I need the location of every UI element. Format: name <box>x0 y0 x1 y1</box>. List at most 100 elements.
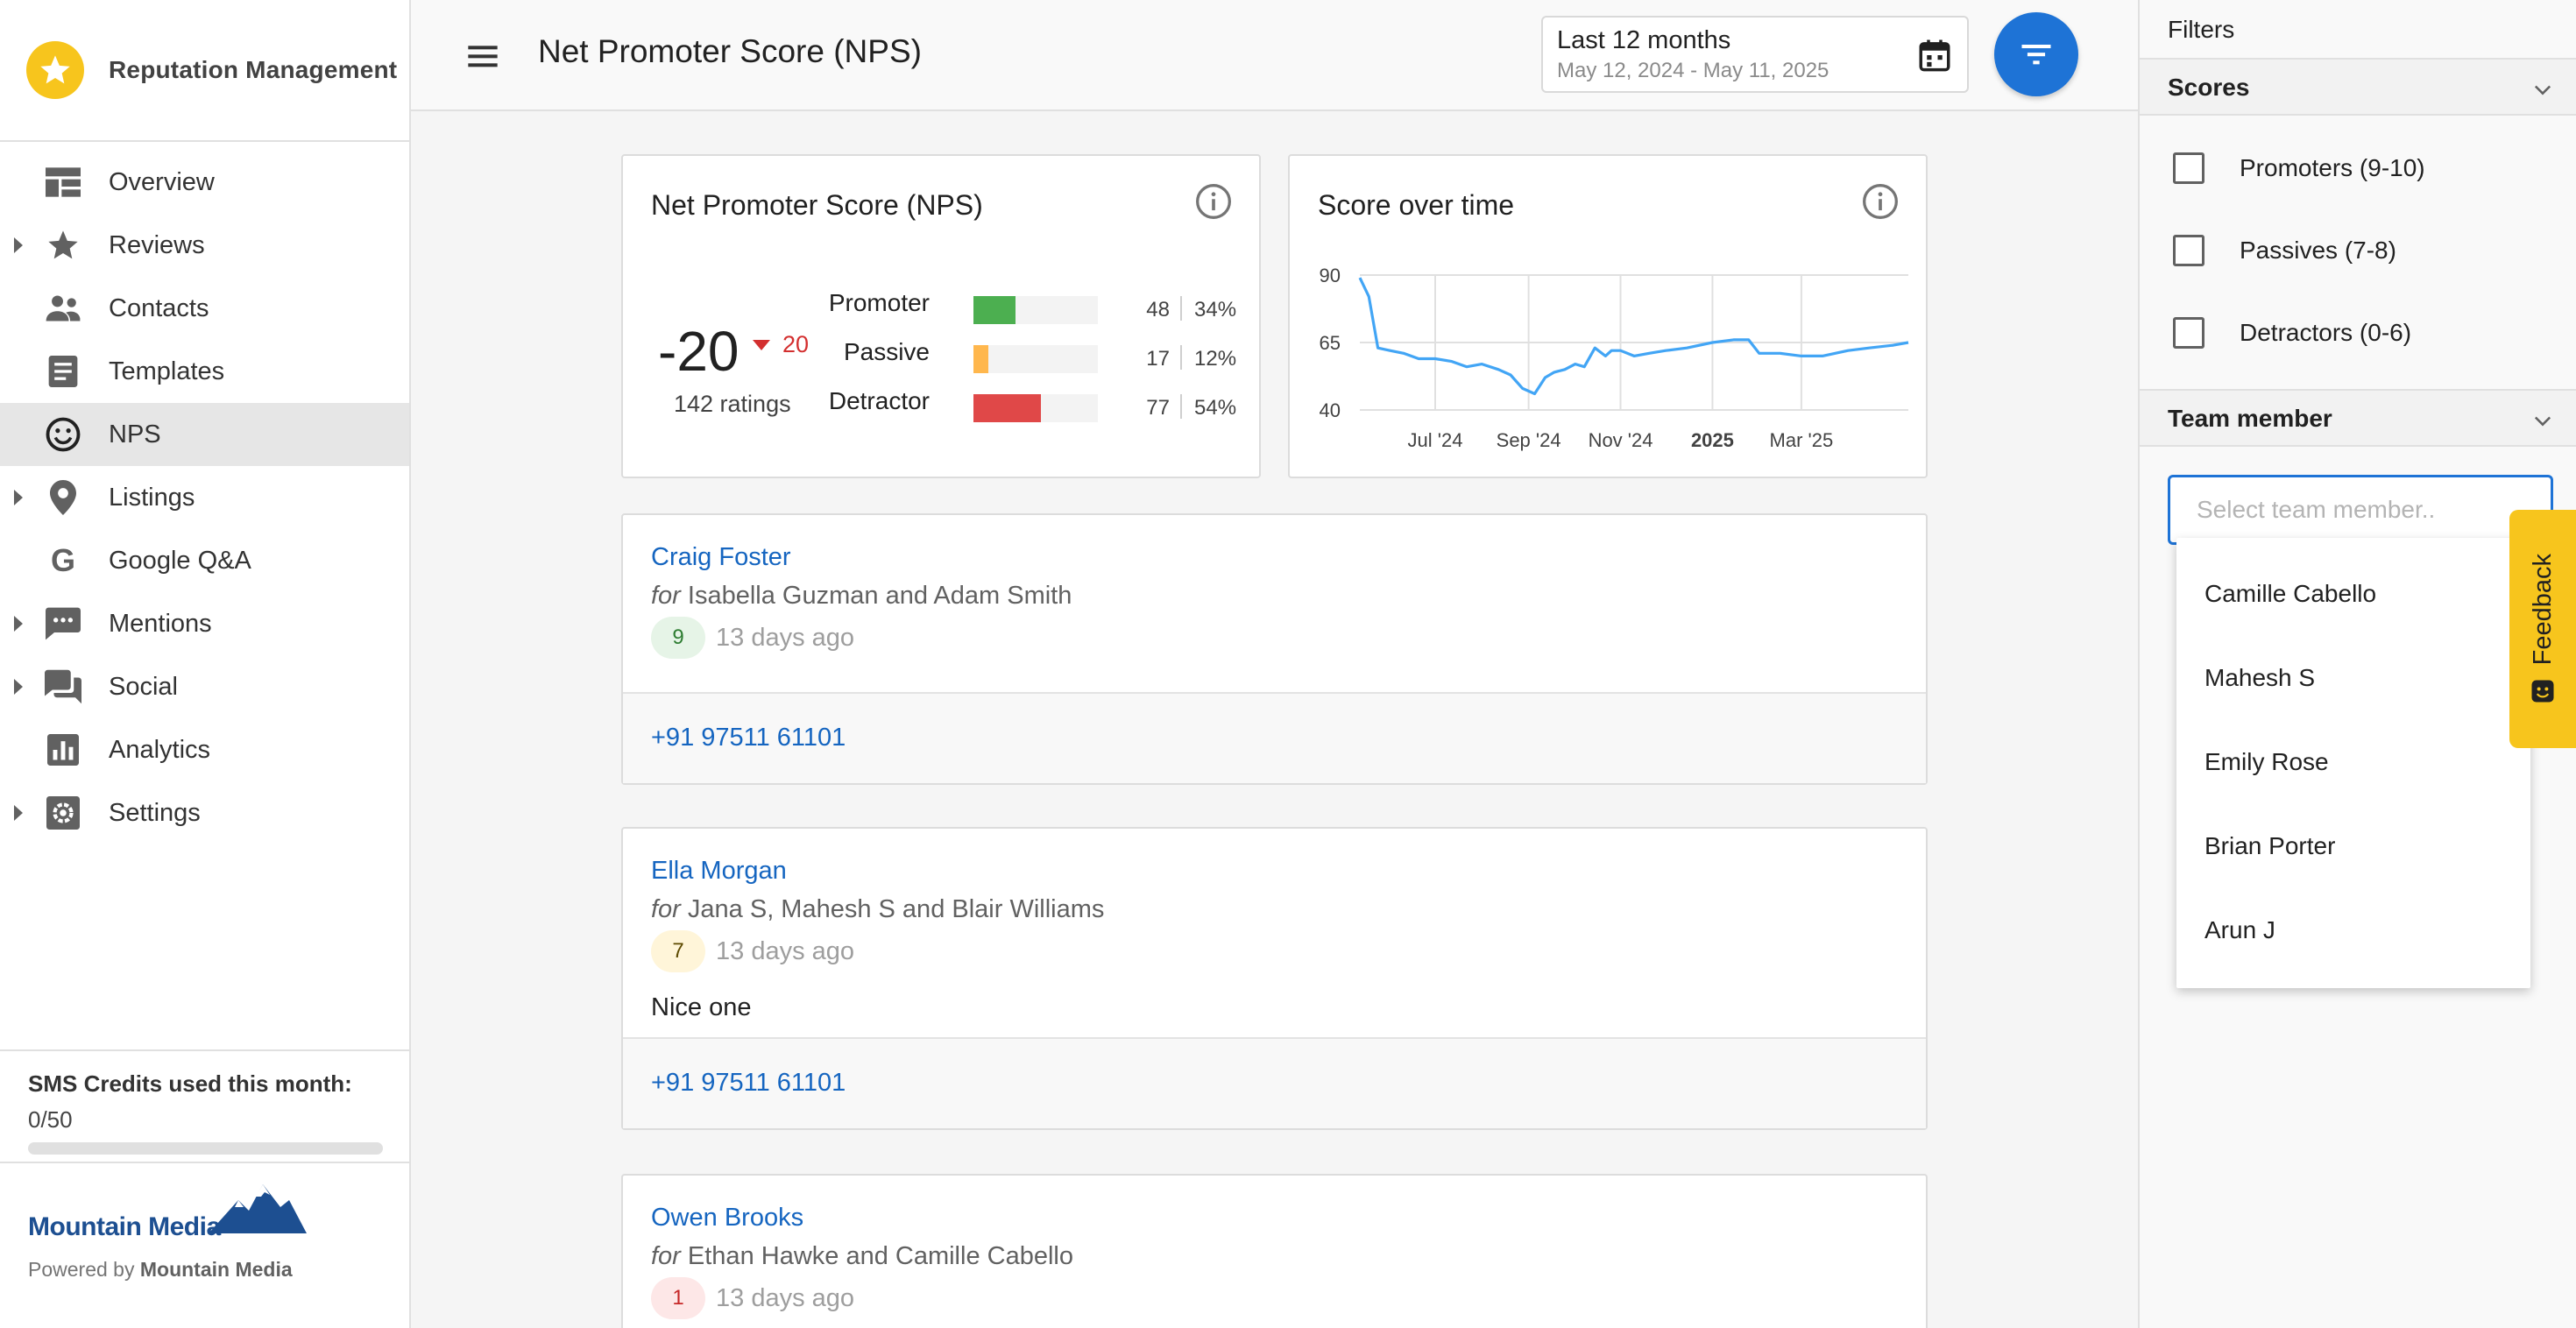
breakdown-bar-fill <box>973 296 1016 324</box>
breakdown-bar-fill <box>973 394 1041 422</box>
team-option[interactable]: Emily Rose <box>2176 720 2530 804</box>
checkbox-label: Detractors (0-6) <box>2240 319 2412 346</box>
y-tick-label: 40 <box>1320 399 1341 421</box>
checkbox-label: Promoters (9-10) <box>2240 154 2425 181</box>
score-filter-promoters[interactable]: Promoters (9-10) <box>2173 151 2425 186</box>
sidebar-nav: Overview Reviews Contacts Templates NPS … <box>0 151 409 844</box>
response-card: Craig Foster for Isabella Guzman and Ada… <box>621 513 1928 785</box>
company-logo-text: Mountain Media <box>28 1212 221 1241</box>
sms-credits-title: SMS Credits used this month: <box>28 1070 352 1097</box>
arrow-down-icon <box>753 339 770 350</box>
team-member-input[interactable] <box>2168 475 2553 545</box>
filter-button[interactable] <box>1994 12 2078 96</box>
sidebar-item-label: Listings <box>109 483 195 512</box>
team-option[interactable]: Mahesh S <box>2176 636 2530 720</box>
mountain-icon <box>208 1184 307 1233</box>
location-pin-icon <box>45 479 81 516</box>
calendar-icon[interactable] <box>1916 37 1953 74</box>
score-over-time-chart: 90 65 40 Jul '24 Sep '24 Nov '24 2025 Mar '25 <box>1320 265 1909 451</box>
overview-icon <box>45 164 81 201</box>
sidebar-item-google-qa[interactable]: G Google Q&A <box>0 529 409 592</box>
response-time: 13 days ago <box>716 1284 855 1312</box>
sidebar-item-reviews[interactable]: Reviews <box>0 214 409 277</box>
sidebar-item-templates[interactable]: Templates <box>0 340 409 403</box>
breakdown-bar-fill <box>973 345 989 373</box>
expand-caret-icon[interactable] <box>14 616 23 632</box>
sidebar-item-label: Overview <box>109 167 215 196</box>
info-icon[interactable] <box>1861 182 1900 221</box>
response-footer: +91 97511 61101 <box>623 1037 1926 1128</box>
breakdown-bar <box>973 345 1098 373</box>
respondent-phone[interactable]: +91 97511 61101 <box>651 1069 846 1098</box>
filter-icon <box>2021 45 2051 65</box>
sms-credits-value: 0/50 <box>28 1106 73 1133</box>
sidebar-item-contacts[interactable]: Contacts <box>0 277 409 340</box>
powered-by-text: Powered by Mountain Media <box>28 1258 293 1281</box>
expand-caret-icon[interactable] <box>14 805 23 821</box>
company-logo: Mountain Media <box>28 1184 381 1242</box>
checkbox[interactable] <box>2173 235 2204 266</box>
sidebar-item-social[interactable]: Social <box>0 655 409 718</box>
top-bar: Net Promoter Score (NPS) Last 12 months … <box>411 0 2138 111</box>
score-filter-detractors[interactable]: Detractors (0-6) <box>2173 315 2411 350</box>
contacts-icon <box>45 290 81 327</box>
team-section-header[interactable]: Team member <box>2140 389 2576 447</box>
expand-caret-icon[interactable] <box>14 237 23 253</box>
sidebar-item-settings[interactable]: Settings <box>0 781 409 844</box>
nps-card: Net Promoter Score (NPS) -20 20 142 rati… <box>621 154 1261 478</box>
respondent-for: for Ethan Hawke and Camille Cabello <box>651 1242 1073 1270</box>
x-tick-label: Jul '24 <box>1408 429 1463 451</box>
sidebar-item-listings[interactable]: Listings <box>0 466 409 529</box>
breakdown-row-passive: Passive 17 12% <box>798 336 1236 373</box>
score-badge: 7 <box>651 930 705 972</box>
team-option[interactable]: Arun J <box>2176 888 2530 972</box>
checkbox[interactable] <box>2173 152 2204 184</box>
sidebar-item-label: Analytics <box>109 735 211 764</box>
chevron-down-icon <box>2534 416 2551 427</box>
score-over-time-card: Score over time 90 65 40 Jul '24 Sep '24 Nov … <box>1288 154 1928 478</box>
breakdown-divider <box>1180 394 1182 419</box>
sidebar-item-nps[interactable]: NPS <box>0 403 409 466</box>
sidebar-item-label: Templates <box>109 357 225 385</box>
score-filter-passives[interactable]: Passives (7-8) <box>2173 233 2396 268</box>
respondent-name[interactable]: Craig Foster <box>651 543 791 572</box>
y-tick-label: 90 <box>1320 265 1341 286</box>
chat-bubble-icon <box>45 605 81 642</box>
sms-credits: SMS Credits used this month: 0/50 <box>0 1049 409 1162</box>
chevron-down-icon <box>2534 85 2551 95</box>
hamburger-menu-icon[interactable] <box>465 39 500 74</box>
breakdown-count: 77 <box>1146 396 1170 420</box>
sidebar-item-analytics[interactable]: Analytics <box>0 718 409 781</box>
google-icon: G <box>50 542 75 578</box>
brand-star-logo-icon <box>26 41 84 99</box>
breakdown-row-promoter: Promoter 48 34% <box>798 287 1236 324</box>
sidebar-item-mentions[interactable]: Mentions <box>0 592 409 655</box>
scores-section-header[interactable]: Scores <box>2140 58 2576 116</box>
sidebar-item-label: Social <box>109 672 178 701</box>
date-range-value: May 12, 2024 - May 11, 2025 <box>1557 59 1829 82</box>
info-icon[interactable] <box>1194 182 1233 221</box>
respondent-name[interactable]: Owen Brooks <box>651 1204 803 1233</box>
breakdown-row-detractor: Detractor 77 54% <box>798 385 1236 422</box>
sidebar-item-label: NPS <box>109 420 161 449</box>
x-tick-label: 2025 <box>1691 429 1734 451</box>
response-footer: +91 97511 61101 <box>623 692 1926 783</box>
checkbox[interactable] <box>2173 317 2204 349</box>
forum-icon <box>45 668 81 705</box>
sidebar-item-overview[interactable]: Overview <box>0 151 409 214</box>
team-option[interactable]: Brian Porter <box>2176 804 2530 888</box>
expand-caret-icon[interactable] <box>14 679 23 695</box>
team-option[interactable]: Camille Cabello <box>2176 552 2530 636</box>
breakdown-count: 48 <box>1146 298 1170 321</box>
score-badge: 9 <box>651 617 705 659</box>
respondent-phone[interactable]: +91 97511 61101 <box>651 724 846 752</box>
date-range-picker[interactable]: Last 12 months May 12, 2024 - May 11, 20… <box>1541 16 1969 93</box>
respondent-name[interactable]: Ella Morgan <box>651 857 787 886</box>
powered-by-company: Mountain Media <box>139 1258 293 1281</box>
score-badge: 1 <box>651 1277 705 1319</box>
x-tick-label: Nov '24 <box>1589 429 1653 451</box>
expand-caret-icon[interactable] <box>14 490 23 505</box>
feedback-tab[interactable]: Feedback <box>2509 510 2576 748</box>
nps-ratings-count: 142 ratings <box>674 391 791 417</box>
date-range-label: Last 12 months <box>1557 26 1731 54</box>
